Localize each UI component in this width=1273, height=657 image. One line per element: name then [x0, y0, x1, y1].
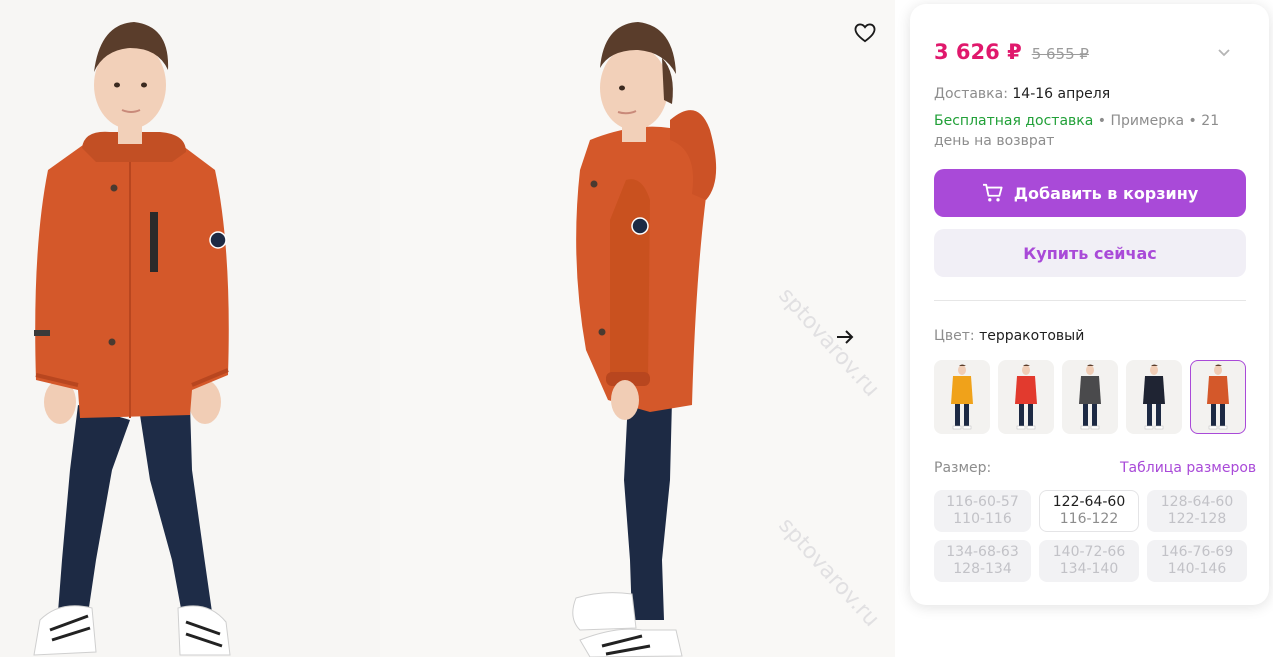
- size-primary: 140-72-66: [1052, 544, 1126, 560]
- perk-separator: •: [1184, 113, 1202, 129]
- swatch-thumbnail: [1079, 364, 1101, 430]
- delivery-label: Доставка:: [934, 86, 1008, 102]
- chevron-down-icon[interactable]: [1216, 44, 1232, 60]
- delivery-perks: Бесплатная доставка • Примерка • 21 день…: [934, 111, 1254, 151]
- old-price: 5 655 ₽: [1031, 45, 1089, 63]
- size-primary: 116-60-57: [946, 494, 1019, 510]
- price-row: 3 626 ₽ 5 655 ₽: [934, 40, 1089, 64]
- add-to-cart-button[interactable]: Добавить в корзину: [934, 169, 1246, 217]
- perk-separator: •: [1093, 113, 1111, 129]
- color-value: терракотовый: [979, 328, 1085, 344]
- size-primary: 128-64-60: [1160, 494, 1234, 510]
- favorite-button[interactable]: [850, 18, 880, 48]
- free-delivery-text: Бесплатная доставка: [934, 113, 1094, 129]
- current-price: 3 626 ₽: [934, 40, 1022, 64]
- purchase-panel: 3 626 ₽ 5 655 ₽ Доставка: 14-16 апреля Б…: [910, 4, 1269, 605]
- fitting-text: Примерка: [1110, 113, 1185, 129]
- size-primary: 134-68-63: [946, 544, 1019, 560]
- color-label-text: Цвет:: [934, 328, 975, 344]
- color-swatch[interactable]: [1190, 360, 1246, 434]
- arrow-right-icon: [837, 330, 854, 344]
- size-primary: 122-64-60: [1052, 494, 1126, 510]
- cart-icon: [982, 183, 1003, 202]
- divider: [934, 300, 1246, 301]
- swatch-thumbnail: [1015, 364, 1037, 430]
- size-option[interactable]: 134-68-63 128-134: [934, 540, 1031, 582]
- swatch-thumbnail: [951, 364, 973, 430]
- size-option[interactable]: 116-60-57 110-116: [934, 490, 1031, 532]
- size-secondary: 122-128: [1167, 511, 1227, 527]
- size-option[interactable]: 128-64-60 122-128: [1147, 490, 1247, 532]
- boy-front-image: [0, 0, 380, 657]
- size-secondary: 110-116: [953, 511, 1012, 527]
- swatch-thumbnail: [1143, 364, 1165, 430]
- add-to-cart-label: Добавить в корзину: [1013, 183, 1199, 203]
- color-swatch[interactable]: [998, 360, 1054, 434]
- size-secondary: 128-134: [953, 561, 1012, 577]
- color-swatch[interactable]: [934, 360, 990, 434]
- size-secondary: 134-140: [1059, 561, 1119, 577]
- heart-outline-icon: [854, 23, 876, 43]
- size-label: Размер:: [934, 460, 992, 476]
- next-photo-button[interactable]: [830, 322, 860, 352]
- swatch-thumbnail: [1207, 364, 1229, 430]
- size-option[interactable]: 122-64-60 116-122: [1039, 490, 1139, 532]
- size-secondary: 116-122: [1059, 511, 1119, 527]
- color-swatch[interactable]: [1062, 360, 1118, 434]
- color-swatch[interactable]: [1126, 360, 1182, 434]
- color-label: Цвет: терракотовый: [934, 328, 1084, 344]
- product-gallery[interactable]: sptovarov.ru sptovarov.ru: [0, 0, 895, 657]
- size-options: 116-60-57 110-116 122-64-60 116-122 128-64-6…: [934, 490, 1247, 582]
- buy-now-label: Купить сейчас: [1023, 243, 1157, 263]
- size-option[interactable]: 146-76-69 140-146: [1147, 540, 1247, 582]
- size-option[interactable]: 140-72-66 134-140: [1039, 540, 1139, 582]
- size-secondary: 140-146: [1167, 561, 1227, 577]
- color-swatches: [934, 360, 1246, 434]
- buy-now-button[interactable]: Купить сейчас: [934, 229, 1246, 277]
- size-primary: 146-76-69: [1160, 544, 1234, 560]
- size-table-link[interactable]: Таблица размеров: [1120, 460, 1256, 476]
- delivery-dates: 14-16 апреля: [1012, 86, 1111, 102]
- product-photo-front: [0, 0, 380, 657]
- delivery-info: Доставка: 14-16 апреля: [934, 86, 1110, 102]
